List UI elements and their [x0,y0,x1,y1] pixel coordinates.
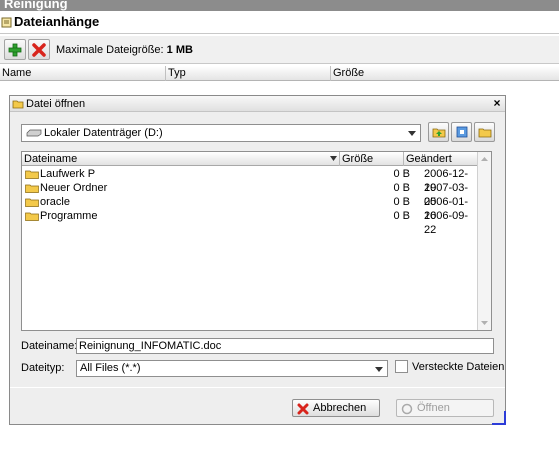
filetype-value: All Files (*.*) [80,362,141,374]
remove-attachment-button[interactable] [28,39,50,60]
folder-icon [25,212,39,221]
file-list-scrollbar[interactable] [477,152,491,330]
app-title: Reinigung [0,0,559,11]
cancel-x-icon [297,403,309,415]
dialog-divider [10,387,505,388]
file-modified: 2006-09-22 [424,210,469,236]
file-name: Programme [40,210,98,222]
max-size-value: 1 MB [166,44,193,56]
column-name[interactable]: Name [0,66,31,81]
home-icon [456,126,467,138]
sort-down-icon [330,156,337,161]
file-name: Laufwerk P [40,168,96,180]
add-attachment-button[interactable] [4,39,26,60]
hard-drive-icon [26,129,42,137]
header-filename-label: Dateiname [24,153,78,165]
chevron-down-icon[interactable] [405,126,419,140]
close-icon[interactable]: × [491,97,503,110]
header-size-label: Größe [342,153,374,165]
list-item[interactable]: Neuer Ordner 0 B 2007-03-05 [22,181,477,208]
column-size[interactable]: Größe [330,66,364,81]
home-button[interactable] [451,122,472,142]
look-in-combo[interactable]: Lokaler Datenträger (D:) [21,124,421,142]
plus-icon [8,43,22,56]
file-size: 0 B [393,182,410,194]
list-item[interactable]: Programme 0 B 2006-09-22 [22,209,477,236]
open-label: Öffnen [417,402,450,414]
attachments-header: Dateianhänge [0,11,559,34]
delete-x-icon [32,42,46,57]
file-size: 0 B [393,196,410,208]
folder-icon [25,198,39,207]
max-file-size: Maximale Dateigröße: 1 MB [56,44,193,56]
open-file-icon [401,403,413,415]
show-hidden-label: Versteckte Dateien [412,361,505,373]
file-name: Neuer Ordner [40,182,108,194]
file-size: 0 B [393,210,410,222]
list-item[interactable]: Laufwerk P 0 B 2006-12-19 [22,167,477,194]
new-folder-icon [478,128,491,138]
attachments-toolbar: Maximale Dateigröße: 1 MB [0,36,559,64]
filetype-select[interactable]: All Files (*.*) [76,360,388,377]
show-hidden-checkbox[interactable] [395,360,408,373]
file-list-header: Dateiname Größe Geändert [22,152,477,166]
look-in-value: Lokaler Datenträger (D:) [44,127,163,139]
chevron-down-icon[interactable] [372,362,386,376]
header-modified-label: Geändert [406,153,452,165]
up-folder-icon [432,128,445,138]
folder-icon [12,100,24,109]
column-type[interactable]: Typ [165,66,186,81]
folder-icon [25,184,39,193]
attachment-icon [1,17,12,28]
new-folder-button[interactable] [474,122,495,142]
file-list[interactable]: Dateiname Größe Geändert Laufwerk P 0 B … [21,151,492,331]
dialog-title: Datei öffnen [26,98,86,110]
list-item[interactable]: oracle 0 B 2006-01-16 [22,195,477,222]
filetype-label: Dateityp: [21,362,65,374]
open-button[interactable]: Öffnen [396,399,494,417]
attachments-column-header: Name Typ Größe [0,66,559,81]
file-name: oracle [40,196,70,208]
attachments-title: Dateianhänge [14,14,100,29]
header-filename[interactable]: Dateiname [22,152,340,166]
scroll-up-icon[interactable] [478,152,491,166]
file-open-dialog: Datei öffnen × Lokaler Datenträger (D:) … [9,95,506,425]
filename-input[interactable] [76,338,494,354]
up-one-level-button[interactable] [428,122,449,142]
header-modified[interactable]: Geändert [404,152,477,166]
dialog-titlebar[interactable]: Datei öffnen × [10,96,505,112]
cancel-label: Abbrechen [313,402,367,414]
filename-label: Dateiname: [21,340,78,352]
scroll-down-icon[interactable] [478,316,491,330]
file-size: 0 B [393,168,410,180]
header-size[interactable]: Größe [340,152,404,166]
max-size-label: Maximale Dateigröße: [56,44,164,56]
resize-corner[interactable] [492,411,506,425]
cancel-button[interactable]: Abbrechen [292,399,380,417]
folder-icon [25,170,39,179]
